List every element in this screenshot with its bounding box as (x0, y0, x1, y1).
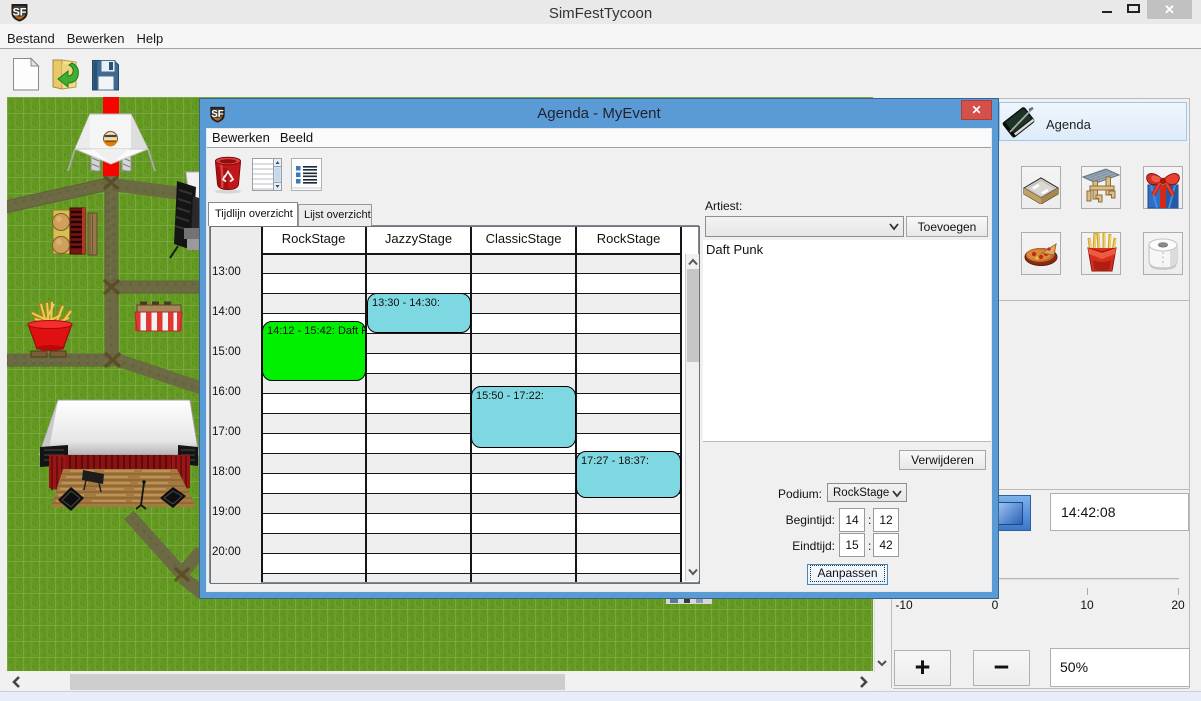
svg-text:SF: SF (12, 7, 26, 19)
svg-text:SF: SF (211, 109, 224, 120)
